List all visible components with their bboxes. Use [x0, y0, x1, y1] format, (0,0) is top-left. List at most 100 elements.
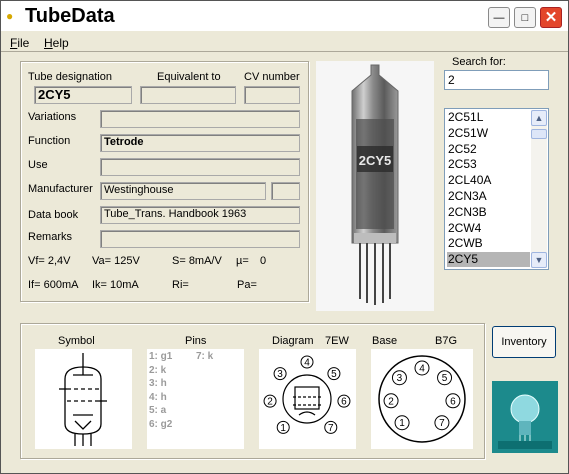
inventory-button[interactable]: Inventory — [492, 326, 556, 358]
pin-entry: 6: g2 — [149, 418, 173, 430]
pins-label: Pins — [185, 335, 207, 347]
svg-text:4: 4 — [304, 358, 310, 369]
tube-list-item[interactable]: 2C51W — [447, 126, 530, 141]
tube-listbox[interactable]: 2C51L 2C51W 2C52 2C53 2CL40A 2CN3A 2CN3B 2CW4 2C… — [444, 108, 549, 270]
if-value: If= 600mA — [28, 279, 79, 291]
manufacturer-label: Manufacturer — [28, 183, 93, 195]
base-diagram: 12 3 4 5 67 — [371, 349, 473, 449]
main-window: ● TubeData — □ ✕ File Help Tube designat… — [0, 0, 569, 474]
pin-diagram: 1 2 3 4 5 6 7 — [259, 349, 356, 449]
pin-entry: 2: k — [149, 364, 167, 376]
mu-label: µ= — [236, 255, 249, 267]
tube-list-item[interactable]: 2CN3A — [447, 189, 530, 204]
variations-field[interactable] — [100, 110, 300, 128]
svg-text:7: 7 — [328, 423, 334, 434]
symbol-label: Symbol — [58, 335, 95, 347]
svg-text:2: 2 — [267, 397, 273, 408]
scroll-thumb[interactable] — [531, 129, 547, 139]
tube-list-item[interactable]: 2CN3B — [447, 205, 530, 220]
maximize-icon: □ — [521, 12, 529, 24]
diagram-pin: 2 — [263, 394, 277, 408]
menu-file[interactable]: File — [10, 36, 29, 50]
svg-text:4: 4 — [419, 364, 425, 375]
base-pin: 1 — [394, 415, 410, 431]
search-input[interactable]: 2 — [444, 70, 549, 90]
diagram-code: 7EW — [325, 335, 349, 347]
scroll-up-button[interactable]: ▲ — [531, 110, 547, 126]
variations-label: Variations — [28, 111, 77, 123]
menu-bar: File Help — [1, 33, 568, 51]
tube-list-item[interactable]: 2CL40A — [447, 173, 530, 188]
va-value: Va= 125V — [92, 255, 140, 267]
list-scrollbar[interactable]: ▲ ▼ — [531, 110, 547, 268]
cv-number-label: CV number — [244, 71, 300, 83]
pa-value: Pa= — [237, 279, 257, 291]
pin-entry: 1: g1 — [149, 351, 173, 362]
tube-photo: 2CY5 — [316, 61, 434, 311]
function-field[interactable]: Tetrode — [100, 134, 300, 152]
diagram-pin: 3 — [273, 367, 287, 380]
equivalent-to-field[interactable] — [140, 86, 236, 104]
title-bar[interactable]: ● TubeData — □ ✕ — [1, 1, 568, 31]
tube-list-item[interactable]: 2CW4 — [447, 221, 530, 236]
svg-text:3: 3 — [397, 373, 403, 384]
tube-list-item[interactable]: 2C51L — [447, 110, 530, 125]
base-label: Base — [372, 335, 398, 347]
minimize-button[interactable]: — — [488, 7, 510, 28]
data-book-field[interactable]: Tube_Trans. Handbook 1963 — [100, 206, 300, 224]
mu-value: 0 — [260, 255, 267, 267]
use-field[interactable] — [100, 158, 300, 176]
manufacturer-extra-field[interactable] — [271, 182, 300, 200]
diagram-pin: 1 — [276, 420, 290, 434]
vf-value: Vf= 2,4V — [28, 255, 71, 267]
app-logo — [492, 381, 558, 453]
base-pin: 4 — [414, 360, 430, 376]
remarks-field[interactable] — [100, 230, 300, 248]
pin-entry: 4: h — [149, 391, 167, 403]
use-label: Use — [28, 159, 48, 171]
s-value: S= 8mA/V — [172, 255, 222, 267]
base-code: B7G — [435, 335, 458, 347]
chevron-up-icon: ▲ — [534, 113, 544, 123]
tube-list-item[interactable]: 2CY5 — [447, 252, 530, 268]
svg-text:5: 5 — [442, 373, 448, 384]
close-button[interactable]: ✕ — [540, 7, 562, 28]
svg-text:6: 6 — [450, 396, 456, 407]
manufacturer-field[interactable]: Westinghouse — [100, 182, 266, 200]
svg-text:3: 3 — [277, 369, 283, 380]
lightbulb-icon: ● — [6, 9, 14, 23]
ri-value: Ri= — [172, 279, 189, 291]
tube-designation-label: Tube designation — [28, 71, 112, 83]
diagram-pin: 7 — [324, 420, 338, 434]
tube-designation-field[interactable]: 2CY5 — [34, 86, 132, 104]
diagram-pin: 5 — [327, 367, 341, 380]
maximize-button[interactable]: □ — [514, 7, 536, 28]
pin-entry: 5: a — [149, 405, 167, 416]
pin-entry: 3: h — [149, 378, 167, 389]
function-label: Function — [28, 135, 71, 147]
tube-list-item[interactable]: 2C52 — [447, 142, 530, 157]
remarks-label: Remarks — [28, 231, 73, 243]
menu-help[interactable]: Help — [44, 36, 69, 50]
svg-text:2: 2 — [388, 396, 394, 407]
pin-entry: 7: k — [196, 351, 214, 362]
base-pin: 7 — [434, 415, 450, 431]
base-pin: 6 — [445, 393, 461, 409]
menu-separator — [1, 51, 568, 52]
tube-print: 2CY5 — [359, 153, 392, 168]
tube-list-item[interactable]: 2CWB — [447, 236, 530, 251]
close-icon: ✕ — [544, 9, 558, 26]
diagram-pin: 6 — [337, 394, 351, 408]
chevron-down-icon: ▼ — [534, 255, 544, 265]
tube-list-item[interactable]: 2C53 — [447, 157, 530, 172]
minimize-icon: — — [493, 12, 505, 24]
data-book-label: Data book — [28, 209, 79, 221]
pins-panel: 1: g1 2: k 3: h 4: h 5: a 6: g2 7: k — [147, 349, 244, 449]
base-pin: 2 — [383, 393, 399, 409]
cv-number-field[interactable] — [244, 86, 300, 104]
svg-text:6: 6 — [341, 397, 347, 408]
window-title: TubeData — [25, 5, 115, 27]
scroll-down-button[interactable]: ▼ — [531, 252, 547, 268]
diagram-label: Diagram — [272, 335, 314, 347]
base-pin: 5 — [437, 370, 453, 386]
